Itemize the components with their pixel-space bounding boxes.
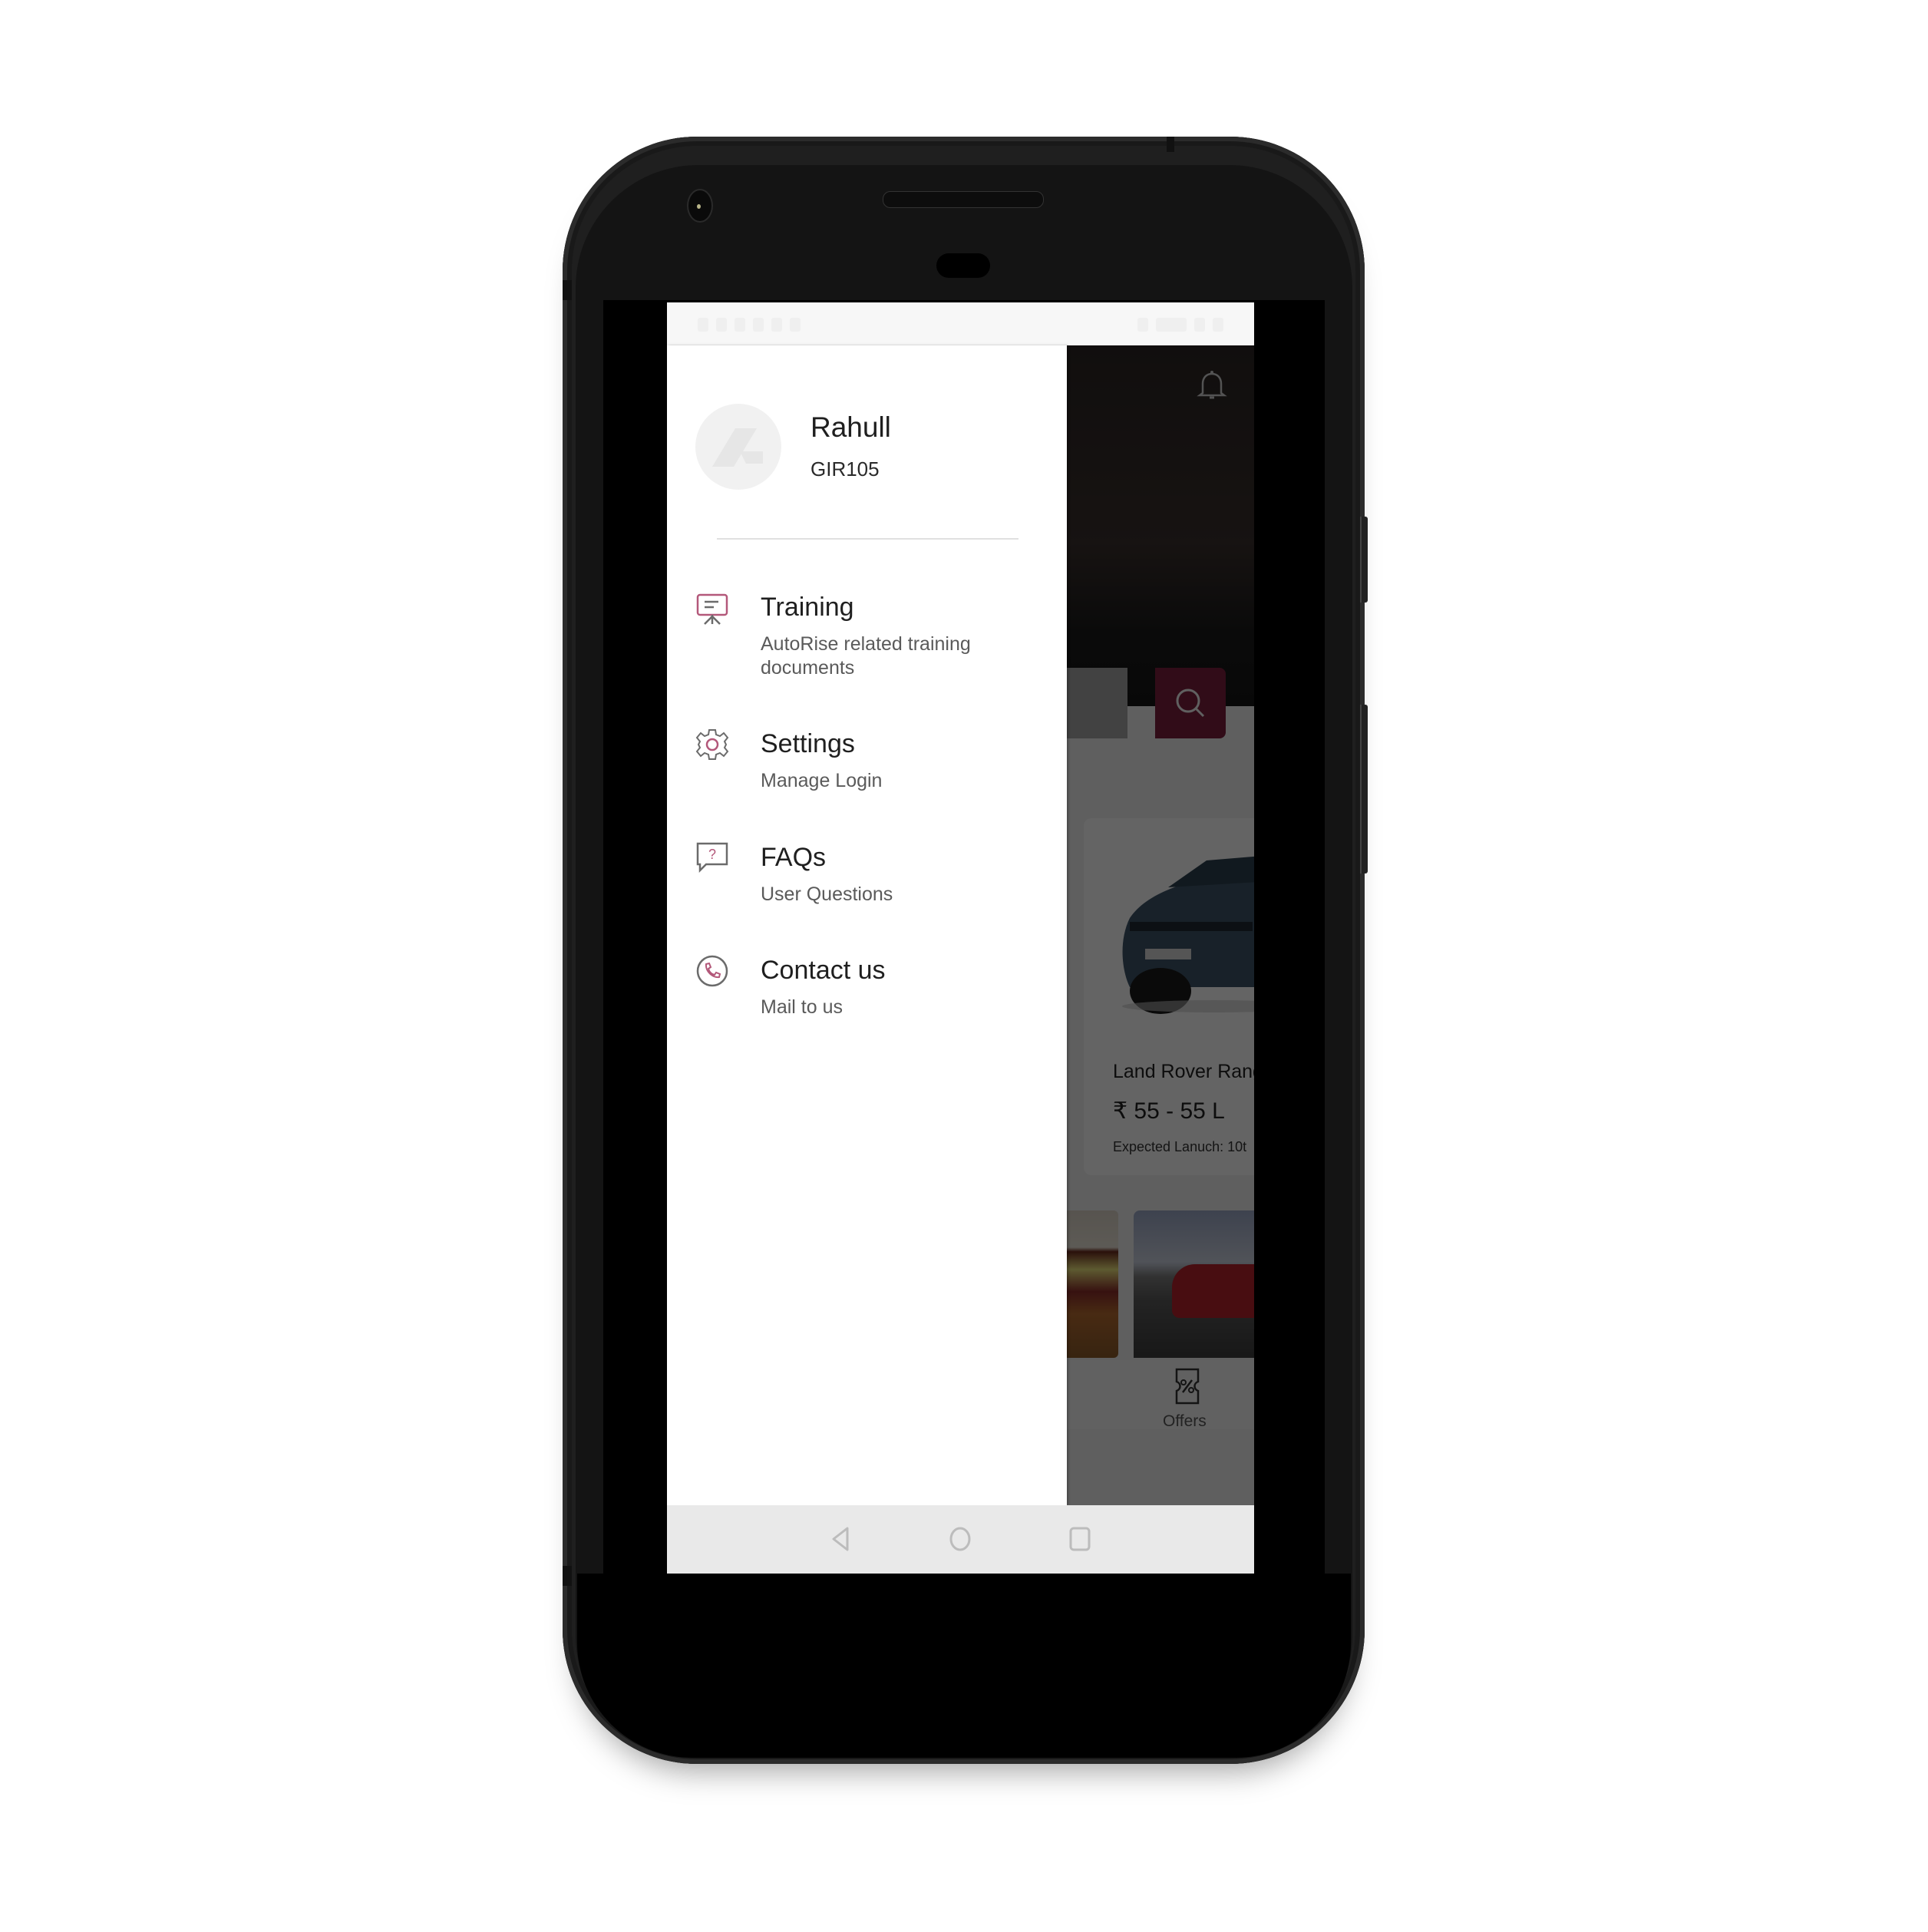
front-camera [687,189,713,223]
proximity-sensor [936,253,990,278]
presentation-board-icon [696,593,728,625]
screen: Land Rover Rang ₹ 55 - 55 L Expected Lan… [667,302,1254,1574]
user-id: GIR105 [810,457,880,481]
user-name: Rahull [810,411,891,443]
divider [717,538,1018,540]
home-icon[interactable] [945,1524,976,1554]
avatar[interactable] [695,404,781,490]
question-chat-icon: ? [696,842,728,874]
system-nav-bar [667,1505,1254,1574]
menu-subtitle: Mail to us [761,996,843,1018]
back-icon[interactable] [826,1524,857,1554]
menu-subtitle: Manage Login [761,770,883,791]
status-icons-right [1137,316,1223,333]
menu-item-faqs[interactable]: ? FAQs User Questions [667,834,1067,941]
menu-subtitle: AutoRise related training documents [761,633,971,679]
menu-title: Settings [761,729,855,758]
gear-icon [695,729,729,760]
antenna-line [563,280,572,300]
phone-icon [696,955,728,987]
status-icons-left [698,316,801,333]
navigation-drawer: Rahull GIR105 Training AutoRise related … [667,345,1067,1505]
status-bar [667,302,1254,345]
svg-text:?: ? [708,847,716,862]
menu-item-training[interactable]: Training AutoRise related training docum… [667,583,1067,691]
antenna-line [1167,137,1174,152]
menu-item-contact-us[interactable]: Contact us Mail to us [667,946,1067,1054]
recents-icon[interactable] [1065,1524,1095,1554]
menu-item-settings[interactable]: Settings Manage Login [667,720,1067,827]
power-button [1360,517,1368,603]
phone-chin [577,1574,1351,1758]
menu-title: Contact us [761,956,886,985]
menu-subtitle: User Questions [761,883,893,905]
volume-button [1360,705,1368,874]
menu-title: FAQs [761,843,827,872]
antenna-line [563,1566,572,1586]
menu-title: Training [761,593,854,622]
autorise-logo-icon [712,428,763,467]
earpiece-speaker [883,191,1044,208]
